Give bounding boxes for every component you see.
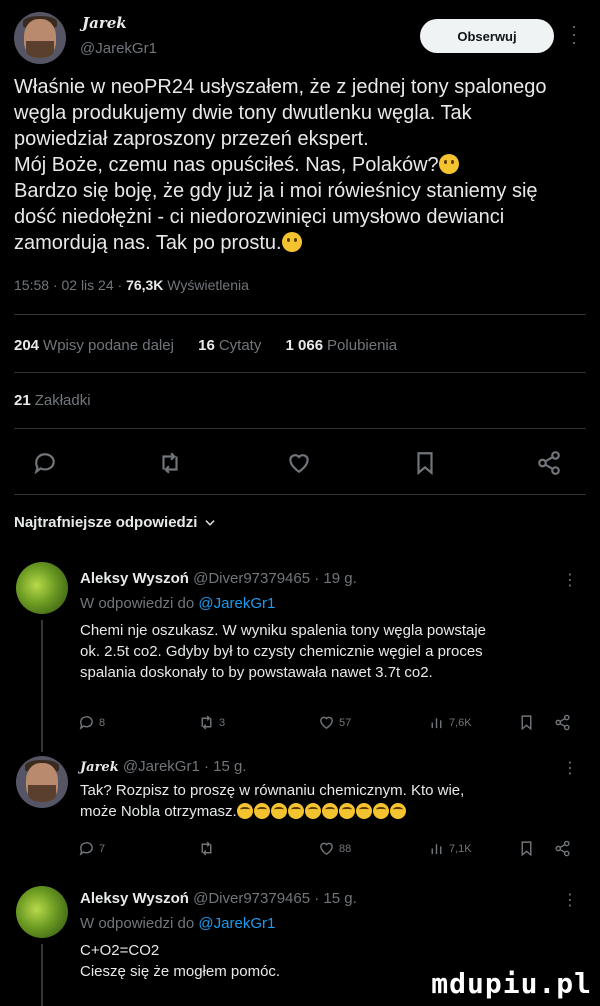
- views-count-button[interactable]: 7,6K: [428, 714, 472, 731]
- thread-line: [41, 620, 43, 752]
- like-count-button[interactable]: 57: [318, 714, 351, 731]
- post-line: Bardzo się boję, że gdy już ja i moi rów…: [14, 180, 538, 202]
- author-handle[interactable]: @JarekGr1: [80, 40, 157, 57]
- repost-count-button[interactable]: [198, 840, 215, 857]
- post-metadata: 15:58 · 02 lis 24 · 76,3K Wyświetlenia: [14, 277, 249, 293]
- divider: [14, 494, 586, 495]
- reply-action-bar: 7 88 7,1K: [78, 840, 578, 860]
- view-count: 76,3K: [126, 277, 164, 293]
- thread-line: [41, 944, 43, 1006]
- reply-author-handle[interactable]: @Diver97379465 · 15 g.: [193, 890, 357, 907]
- quotes-stat[interactable]: 16 Cytaty: [198, 337, 261, 354]
- replies-sort-dropdown[interactable]: Najtrafniejsze odpowiedzi: [14, 514, 217, 531]
- fearful-face-emoji-icon: [438, 154, 459, 174]
- reply-author-name[interactable]: Aleksy Wyszoń: [80, 570, 189, 587]
- divider: [14, 428, 586, 429]
- likes-stat[interactable]: 1 066 Polubienia: [286, 337, 398, 354]
- watermark-logo: mdupiu.pl: [431, 967, 592, 1000]
- reply-icon: [79, 842, 93, 856]
- like-heart-icon: [320, 842, 333, 856]
- reply-more-icon[interactable]: ⋮: [562, 570, 578, 590]
- post-line: dość niedołężni - ci niedorozwinięci umy…: [14, 206, 505, 228]
- reply-text: Tak? Rozpisz to proszę w równaniu chemic…: [80, 782, 465, 820]
- bookmarks-stat[interactable]: 21 Zakładki: [14, 392, 91, 409]
- post-line: Mój Boże, czemu nas opuściłeś. Nas, Pola…: [14, 152, 588, 178]
- reply-icon: [79, 716, 93, 730]
- reply-more-icon[interactable]: ⋮: [562, 890, 578, 910]
- post-timestamp[interactable]: 15:58 · 02 lis 24 ·: [14, 277, 126, 293]
- post-line: węgla produkujemy dwie tony dwutlenku wę…: [14, 102, 472, 124]
- reposts-stat[interactable]: 204 Wpisy podane dalej: [14, 337, 174, 354]
- reply-author-handle[interactable]: @Diver97379465 · 19 g.: [193, 570, 357, 587]
- post-line: powiedział zaproszony przezeń ekspert.: [14, 128, 369, 150]
- mention-link[interactable]: @JarekGr1: [198, 915, 275, 932]
- chevron-down-icon: [205, 519, 215, 526]
- bookmark-icon[interactable]: [408, 446, 442, 480]
- repost-icon[interactable]: [153, 446, 187, 480]
- worried-face-emoji-icon: [281, 232, 302, 252]
- post-text: Właśnie w neoPR24 usłyszałem, że z jedne…: [14, 74, 588, 256]
- author-display-name[interactable]: Jarek: [82, 14, 127, 32]
- divider: [14, 314, 586, 315]
- like-heart-icon: [320, 716, 333, 730]
- reply-action-bar: 8 3 57 7,6K: [78, 714, 578, 734]
- reply-text: Chemi nje oszukasz. W wyniku spalenia to…: [80, 622, 487, 681]
- reply-count-button[interactable]: 7: [78, 840, 105, 857]
- view-label: Wyświetlenia: [163, 277, 249, 293]
- divider: [14, 372, 586, 373]
- reply-author-name[interactable]: Jarek: [80, 760, 119, 775]
- analytics-bars-icon: [431, 844, 442, 855]
- repost-count-button[interactable]: 3: [198, 714, 225, 731]
- share-icon[interactable]: [554, 714, 571, 731]
- reply-more-icon[interactable]: ⋮: [562, 758, 578, 778]
- reply-author-handle[interactable]: @JarekGr1 · 15 g.: [123, 758, 247, 775]
- reply-avatar[interactable]: [16, 886, 68, 938]
- post-header: Jarek @JarekGr1 Obserwuj · · ·: [0, 0, 600, 68]
- reply-avatar[interactable]: [16, 756, 68, 808]
- share-icon[interactable]: [532, 446, 566, 480]
- author-avatar[interactable]: [14, 12, 66, 64]
- engagement-stats: 204 Wpisy podane dalej 16 Cytaty 1 066 Polu…: [14, 337, 397, 354]
- reply-icon[interactable]: [28, 446, 62, 480]
- like-heart-icon[interactable]: [282, 446, 316, 480]
- rofl-emoji-icons: [236, 803, 407, 820]
- post-action-bar: [14, 446, 586, 480]
- reply-author-name[interactable]: Aleksy Wyszoń: [80, 890, 189, 907]
- reply-avatar[interactable]: [16, 562, 68, 614]
- more-options-icon[interactable]: · · ·: [570, 17, 578, 51]
- post-line: Właśnie w neoPR24 usłyszałem, że z jedne…: [14, 76, 547, 98]
- repost-icon: [201, 715, 212, 730]
- reply-count-button[interactable]: 8: [78, 714, 105, 731]
- analytics-bars-icon: [431, 718, 442, 729]
- like-count-button[interactable]: 88: [318, 840, 351, 857]
- mention-link[interactable]: @JarekGr1: [198, 595, 275, 612]
- post-line: zamordują nas. Tak po prostu.: [14, 230, 588, 256]
- repost-icon: [201, 841, 212, 856]
- follow-button[interactable]: Obserwuj: [420, 19, 554, 53]
- views-count-button[interactable]: 7,1K: [428, 840, 472, 857]
- bookmark-icon[interactable]: [518, 714, 535, 731]
- share-icon[interactable]: [554, 840, 571, 857]
- bookmark-icon[interactable]: [518, 840, 535, 857]
